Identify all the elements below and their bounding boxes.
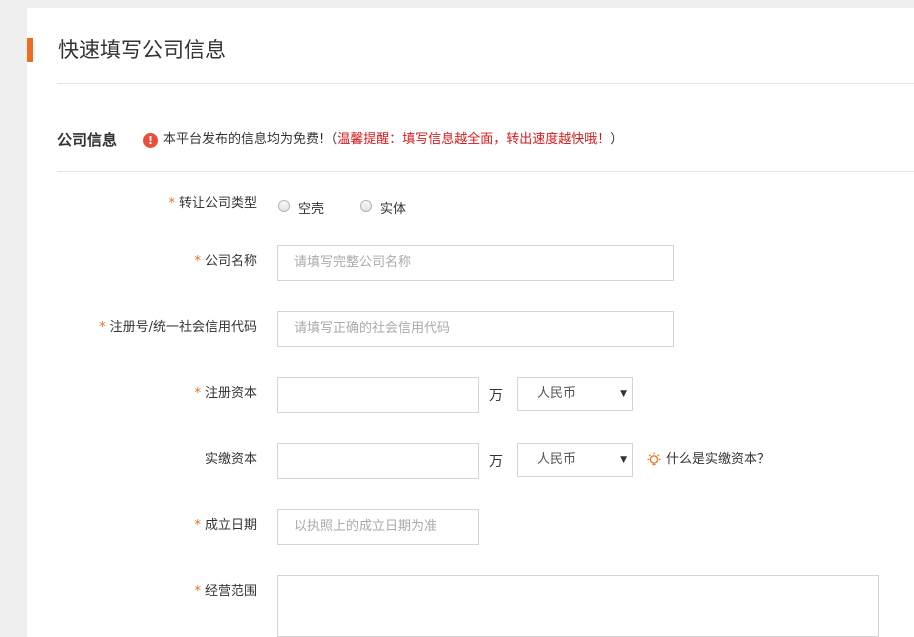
required-mark: * [194,518,201,533]
divider [57,171,914,172]
paid-capital-label: 实缴资本 [205,450,257,470]
paid-capital-input[interactable] [277,443,479,479]
required-mark: * [194,254,201,269]
paid-capital-unit: 万 [489,454,503,470]
paid-capital-help-link[interactable]: 什么是实缴资本？ [646,450,770,470]
company-name-label: * 公司名称 [194,252,257,272]
title-accent-bar [27,38,33,62]
caret-down-icon: ▼ [620,389,627,399]
paid-capital-label-text: 实缴资本 [204,452,257,467]
radio-label: 空壳 [298,202,325,217]
exclamation-icon: ! [143,132,158,148]
company-name-input[interactable]: 请填写完整公司名称 [277,245,674,281]
registered-capital-label: * 注册资本 [194,384,257,404]
currency-value: 人民币 [537,452,577,467]
paid-capital-currency-select[interactable]: 人民币 ▼ [517,443,633,477]
credit-code-input[interactable]: 请填写正确的社会信用代码 [277,311,674,347]
registered-capital-label-text: 注册资本 [204,386,257,401]
notice-suffix: ） [610,132,624,147]
company-type-label: * 转让公司类型 [168,194,257,214]
section-title: 公司信息 [57,131,118,149]
page-title: 快速填写公司信息 [58,38,226,62]
established-date-input[interactable]: 以执照上的成立日期为准 [277,509,479,545]
registered-capital-currency-select[interactable]: 人民币 ▼ [517,377,633,411]
divider [57,83,914,84]
company-type-label-text: 转让公司类型 [178,196,257,211]
business-scope-label: * 经营范围 [194,582,257,602]
credit-code-label: * 注册号/统一社会信用代码 [99,318,257,338]
notice-highlight: 温馨提醒：填写信息越全面，转出速度越快哦！ [337,132,611,147]
radio-label: 实体 [380,202,407,217]
notice-prefix: 本平台发布的信息均为免费!（ [163,132,338,147]
lightbulb-icon [647,452,661,466]
registered-capital-input[interactable] [277,377,479,413]
paid-capital-help-text: 什么是实缴资本？ [666,452,771,467]
currency-value: 人民币 [537,386,577,401]
radio-button[interactable] [360,199,372,212]
required-mark: * [168,196,175,211]
free-notice: ! 本平台发布的信息均为免费!（ 温馨提醒：填写信息越全面，转出速度越快哦！ ） [143,130,623,150]
established-date-label-text: 成立日期 [204,518,257,533]
caret-down-icon: ▼ [620,455,627,465]
established-date-label: * 成立日期 [194,516,257,536]
form-panel: 快速填写公司信息 公司信息 ! 本平台发布的信息均为免费!（ 温馨提醒：填写信息… [27,8,914,637]
required-mark: * [194,386,201,401]
radio-button[interactable] [278,199,290,212]
required-mark: * [194,584,201,599]
business-scope-label-text: 经营范围 [204,584,257,599]
company-name-label-text: 公司名称 [204,254,257,269]
radio-empty-shell[interactable]: 空壳 [278,196,325,217]
radio-entity[interactable]: 实体 [360,196,407,217]
required-mark: * [99,320,106,335]
credit-code-label-text: 注册号/统一社会信用代码 [109,320,257,335]
registered-capital-unit: 万 [489,388,503,404]
business-scope-textarea[interactable] [277,575,879,637]
